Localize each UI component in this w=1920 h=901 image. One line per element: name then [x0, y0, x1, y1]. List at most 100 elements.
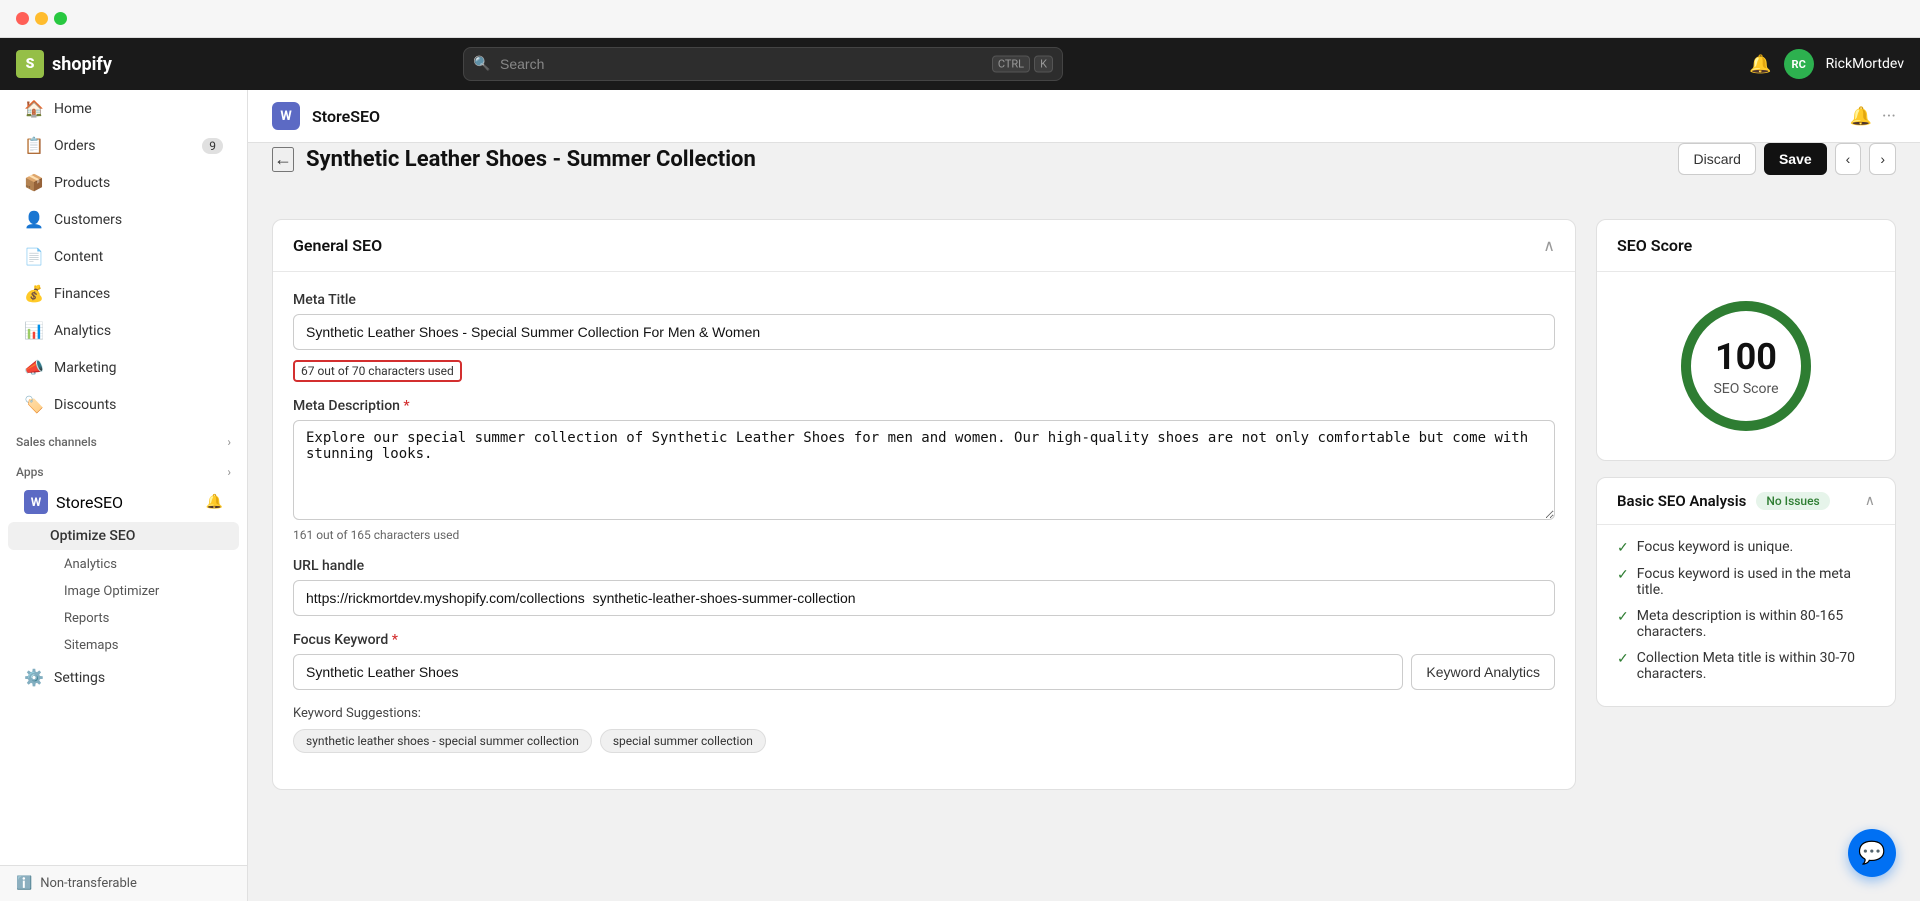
mac-window-controls: [0, 0, 1920, 38]
sidebar-item-discounts[interactable]: 🏷️ Discounts: [8, 387, 239, 422]
sidebar: 🏠 Home 📋 Orders 9 📦 Products 👤 Customers…: [0, 90, 248, 901]
meta-title-label: Meta Title: [293, 292, 1555, 308]
url-handle-input[interactable]: [293, 580, 1555, 616]
apps-chevron[interactable]: ›: [227, 465, 231, 479]
analysis-item-text-0: Focus keyword is unique.: [1637, 539, 1793, 555]
analysis-item-0: ✓ Focus keyword is unique.: [1617, 539, 1875, 556]
sidebar-item-label: Marketing: [54, 360, 117, 376]
sidebar-item-customers[interactable]: 👤 Customers: [8, 202, 239, 237]
marketing-icon: 📣: [24, 358, 44, 377]
back-button[interactable]: ←: [272, 147, 294, 172]
mac-maximize-btn[interactable]: [54, 12, 67, 25]
keyword-chip-0[interactable]: synthetic leather shoes - special summer…: [293, 729, 592, 753]
meta-title-input[interactable]: [293, 314, 1555, 350]
sidebar-item-label: Home: [54, 101, 92, 117]
save-button[interactable]: Save: [1764, 143, 1827, 175]
title-actions: Discard Save ‹ ›: [1678, 143, 1896, 175]
chat-button[interactable]: 💬: [1848, 829, 1896, 877]
check-icon-2: ✓: [1617, 609, 1629, 625]
check-icon-3: ✓: [1617, 651, 1629, 667]
sales-channels-chevron[interactable]: ›: [227, 435, 231, 449]
search-shortcut: CTRL K: [992, 56, 1053, 73]
content-icon: 📄: [24, 247, 44, 266]
sidebar-item-label: Finances: [54, 286, 110, 302]
meta-description-textarea[interactable]: Explore our special summer collection of…: [293, 420, 1555, 520]
analysis-item-text-2: Meta description is within 80-165 charac…: [1637, 608, 1875, 640]
score-label: SEO Score: [1713, 381, 1778, 397]
sidebar-item-finances[interactable]: 💰 Finances: [8, 276, 239, 311]
url-handle-group: URL handle: [293, 558, 1555, 616]
app-header-bell-icon[interactable]: 🔔: [1849, 106, 1871, 127]
settings-icon: ⚙️: [24, 668, 44, 687]
username: RickMortdev: [1826, 56, 1904, 72]
sidebar-item-label: Orders: [54, 138, 96, 154]
notification-icon[interactable]: 🔔: [1749, 54, 1771, 75]
sidebar-item-content[interactable]: 📄 Content: [8, 239, 239, 274]
image-optimizer-nav-item[interactable]: Image Optimizer: [8, 579, 239, 604]
analysis-item-2: ✓ Meta description is within 80-165 char…: [1617, 608, 1875, 640]
finances-icon: 💰: [24, 284, 44, 303]
check-icon-0: ✓: [1617, 540, 1629, 556]
sidebar-item-orders[interactable]: 📋 Orders 9: [8, 128, 239, 163]
right-panel: SEO Score 100 SEO Score: [1596, 219, 1896, 790]
storeseo-bell-icon[interactable]: 🔔: [206, 494, 223, 510]
analytics-sub-nav-item[interactable]: Analytics: [8, 552, 239, 577]
layout: 🏠 Home 📋 Orders 9 📦 Products 👤 Customers…: [0, 90, 1920, 901]
sidebar-item-marketing[interactable]: 📣 Marketing: [8, 350, 239, 385]
app-header-dots-icon[interactable]: ···: [1882, 106, 1896, 127]
sidebar-item-label: Content: [54, 249, 103, 265]
reports-nav-item[interactable]: Reports: [8, 606, 239, 631]
analytics-icon: 📊: [24, 321, 44, 340]
analytics-sub-label: Analytics: [64, 557, 117, 572]
sidebar-item-products[interactable]: 📦 Products: [8, 165, 239, 200]
sidebar-item-label: Customers: [54, 212, 122, 228]
sidebar-item-settings[interactable]: ⚙️ Settings: [8, 660, 239, 695]
collapse-icon[interactable]: ∧: [1543, 236, 1555, 255]
app-header-title: StoreSEO: [312, 107, 380, 126]
keyword-analytics-button[interactable]: Keyword Analytics: [1411, 654, 1555, 690]
general-seo-card: General SEO ∧ Meta Title 67 out of 70 ch…: [272, 219, 1576, 790]
general-seo-body: Meta Title 67 out of 70 characters used …: [273, 272, 1575, 789]
mac-minimize-btn[interactable]: [35, 12, 48, 25]
storeseo-icon: W: [24, 490, 48, 514]
k-key: K: [1034, 56, 1053, 73]
sitemaps-nav-item[interactable]: Sitemaps: [8, 633, 239, 658]
score-number: 100: [1713, 336, 1778, 378]
topbar: S shopify 🔍 CTRL K 🔔 RC RickMortdev: [0, 38, 1920, 90]
nav-next-button[interactable]: ›: [1869, 143, 1896, 175]
sales-channels-label: Sales channels: [16, 435, 97, 449]
meta-title-group: Meta Title 67 out of 70 characters used: [293, 292, 1555, 382]
search-input[interactable]: [463, 47, 1063, 81]
meta-description-group: Meta Description * Explore our special s…: [293, 398, 1555, 542]
apps-label: Apps: [16, 465, 44, 479]
sidebar-item-home[interactable]: 🏠 Home: [8, 91, 239, 126]
sidebar-item-analytics[interactable]: 📊 Analytics: [8, 313, 239, 348]
non-transferable: ℹ️ Non-transferable: [0, 865, 247, 901]
analysis-item-1: ✓ Focus keyword is used in the meta titl…: [1617, 566, 1875, 598]
score-circle: 100 SEO Score: [1676, 296, 1816, 436]
optimize-seo-label: Optimize SEO: [50, 528, 135, 544]
app-header: W StoreSEO 🔔 ···: [248, 90, 1920, 143]
keyword-row: Keyword Analytics: [293, 654, 1555, 690]
search-container: 🔍 CTRL K: [463, 47, 1063, 81]
reports-label: Reports: [64, 611, 109, 626]
no-issues-badge: No Issues: [1756, 492, 1829, 510]
analysis-item-text-1: Focus keyword is used in the meta title.: [1637, 566, 1875, 598]
optimize-seo-nav-item[interactable]: Optimize SEO: [8, 522, 239, 550]
analysis-chevron[interactable]: ∧: [1865, 493, 1875, 509]
app-header-icon: W: [272, 102, 300, 130]
apps-section: Apps ›: [0, 453, 247, 483]
url-handle-label: URL handle: [293, 558, 1555, 574]
storeseo-label: StoreSEO: [56, 493, 123, 512]
storeseo-nav-item[interactable]: W StoreSEO 🔔: [8, 484, 239, 520]
mac-close-btn[interactable]: [16, 12, 29, 25]
general-seo-header: General SEO ∧: [273, 220, 1575, 272]
keyword-chip-1[interactable]: special summer collection: [600, 729, 766, 753]
discard-button[interactable]: Discard: [1678, 143, 1755, 175]
nav-prev-button[interactable]: ‹: [1835, 143, 1862, 175]
analysis-body: ✓ Focus keyword is unique. ✓ Focus keywo…: [1597, 525, 1895, 706]
focus-keyword-input[interactable]: [293, 654, 1403, 690]
avatar: RC: [1784, 49, 1814, 79]
meta-description-required: *: [403, 398, 409, 414]
meta-title-counter: 67 out of 70 characters used: [293, 360, 462, 382]
